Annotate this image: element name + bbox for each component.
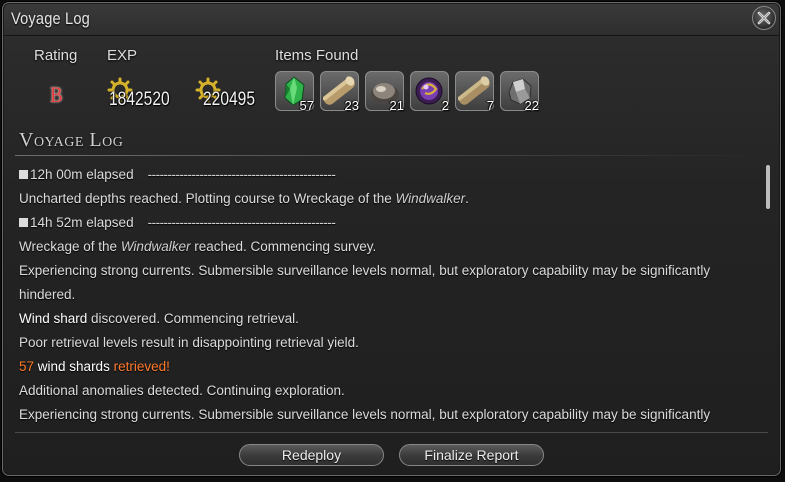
square-bullet-icon [19, 170, 28, 179]
items-found-list: 57 23 21 2 7 22 [275, 71, 539, 113]
log-line: Wind shard discovered. Commencing retrie… [19, 309, 759, 333]
item-slot[interactable]: 7 [455, 71, 494, 113]
log-text: Poor retrieval levels result in disappoi… [19, 335, 359, 350]
log-item-name: Wind shard [19, 311, 88, 326]
item-slot[interactable]: 21 [365, 71, 404, 113]
rating-value: B [50, 82, 63, 107]
log-line: 57 wind shards retrieved! [19, 357, 759, 381]
log-line: Additional anomalies detected. Continuin… [19, 381, 759, 405]
item-count: 22 [524, 98, 539, 113]
log-line: Experiencing strong currents. Submersibl… [19, 261, 759, 285]
window-title: Voyage Log [11, 9, 90, 28]
elapsed-time: 12h 00m elapsed [30, 167, 134, 182]
item-count: 2 [441, 98, 449, 113]
voyage-log-window: Voyage Log Rating B EXP 1842520 220495 I… [2, 2, 781, 476]
section-divider [15, 155, 768, 156]
log-text: hindered. [19, 287, 76, 302]
section-title: Voyage Log [19, 129, 124, 151]
log-retrieved: retrieved! [113, 359, 170, 374]
log-text-italic: Windwalker [395, 191, 466, 206]
finalize-report-button[interactable]: Finalize Report [399, 444, 544, 466]
log-item-name: wind shards [34, 359, 114, 374]
log-line: Experiencing strong currents. Submersibl… [19, 405, 759, 429]
exp-label: EXP [107, 47, 138, 64]
item-slot[interactable]: 22 [500, 71, 539, 113]
log-text: discovered. Commencing retrieval. [87, 311, 299, 326]
voyage-log-text: 12h 00m elapsed -------------------------… [19, 165, 759, 429]
log-line: 14h 52m elapsed -------------------------… [19, 213, 759, 237]
item-count: 23 [344, 98, 359, 113]
exp-value-primary: 1842520 [107, 77, 177, 111]
item-count: 7 [486, 98, 494, 113]
square-bullet-icon [19, 218, 28, 227]
item-slot[interactable]: 2 [410, 71, 449, 113]
log-line: Wreckage of the Windwalker reached. Comm… [19, 237, 759, 261]
exp-number: 1842520 [109, 89, 170, 110]
log-line: Poor retrieval levels result in disappoi… [19, 333, 759, 357]
log-text: Experiencing strong currents. Submersibl… [19, 263, 711, 278]
separator-dashes: ----------------------------------------… [147, 215, 336, 230]
items-found-label: Items Found [275, 47, 359, 64]
log-line: hindered. [19, 285, 759, 309]
elapsed-time: 14h 52m elapsed [30, 215, 134, 230]
log-quantity: 57 [19, 359, 35, 374]
item-count: 57 [299, 98, 314, 113]
title-bar[interactable]: Voyage Log [3, 3, 780, 36]
footer-divider [15, 432, 768, 433]
log-text: Additional anomalies detected. Continuin… [19, 383, 345, 398]
exp-number: 220495 [203, 89, 255, 110]
close-icon [757, 11, 771, 25]
item-count: 21 [389, 98, 404, 113]
log-text-italic: Windwalker [120, 239, 191, 254]
log-text: Wreckage of the [19, 239, 121, 254]
item-slot[interactable]: 23 [320, 71, 359, 113]
log-line: 12h 00m elapsed -------------------------… [19, 165, 759, 189]
close-button[interactable] [752, 6, 776, 30]
separator-dashes: ----------------------------------------… [147, 167, 336, 182]
rating-label: Rating [34, 47, 78, 64]
log-scrollbar[interactable] [766, 165, 770, 209]
log-text: Uncharted depths reached. Plotting cours… [19, 191, 396, 206]
log-text: . [465, 191, 469, 206]
exp-value-secondary: 220495 [195, 77, 265, 111]
redeploy-button[interactable]: Redeploy [239, 444, 384, 466]
item-slot[interactable]: 57 [275, 71, 314, 113]
log-line: Uncharted depths reached. Plotting cours… [19, 189, 759, 213]
log-text: Experiencing strong currents. Submersibl… [19, 407, 711, 422]
log-text: reached. Commencing survey. [190, 239, 377, 254]
